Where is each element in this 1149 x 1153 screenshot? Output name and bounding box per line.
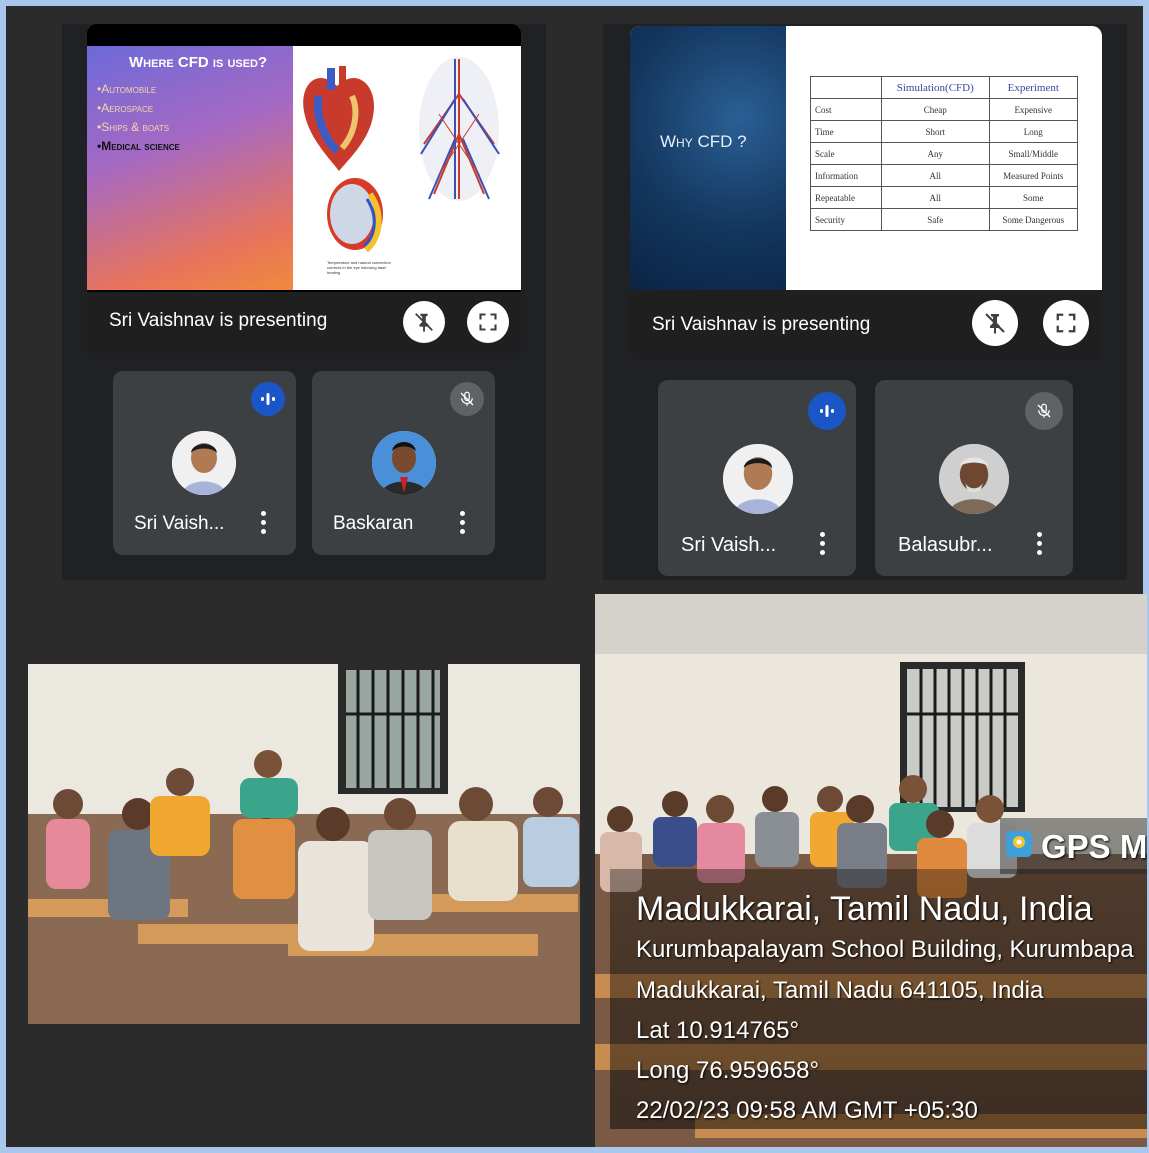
slide-bullet: •Ships & boats bbox=[97, 120, 170, 134]
table-row: Scale Any Small/Middle bbox=[810, 142, 1079, 165]
speaking-indicator bbox=[808, 392, 846, 430]
table-cell: Cost bbox=[810, 98, 882, 121]
participant-tile[interactable]: Balasubr... bbox=[875, 380, 1073, 576]
table-cell: Some Dangerous bbox=[988, 208, 1079, 231]
fullscreen-icon bbox=[1056, 313, 1076, 333]
left-meet-panel: Where CFD is used? •Automobile •Aerospac… bbox=[62, 24, 546, 580]
right-meet-panel: Why CFD ? Simulation(CFD) Experiment Cos… bbox=[603, 24, 1127, 580]
fullscreen-button[interactable] bbox=[467, 301, 509, 343]
slide-bullet: •Automobile bbox=[97, 82, 157, 96]
presenting-label: Sri Vaishnav is presenting bbox=[652, 314, 871, 335]
gps-place: Madukkarai, Tamil Nadu, India bbox=[636, 890, 1093, 928]
slide: Why CFD ? Simulation(CFD) Experiment Cos… bbox=[630, 26, 1102, 290]
table-header: Experiment bbox=[988, 76, 1079, 99]
heart-illustration bbox=[303, 66, 375, 171]
table-cell: Small/Middle bbox=[988, 142, 1079, 165]
table-row: Security Safe Some Dangerous bbox=[810, 208, 1079, 231]
fullscreen-button[interactable] bbox=[1043, 300, 1089, 346]
table-header bbox=[810, 76, 882, 99]
speaking-indicator bbox=[251, 382, 285, 416]
comparison-table: Simulation(CFD) Experiment Cost Cheap Expe… bbox=[810, 76, 1079, 231]
participant-name: Sri Vaish... bbox=[134, 513, 225, 534]
table-cell: Long bbox=[988, 120, 1079, 143]
more-options-button[interactable] bbox=[261, 511, 267, 538]
participant-tile[interactable]: Sri Vaish... bbox=[113, 371, 296, 555]
table-cell: Measured Points bbox=[988, 164, 1079, 187]
classroom-photo-gps: GPS M Madukkarai, Tamil Nadu, India Kuru… bbox=[595, 594, 1147, 1147]
table-cell: Some bbox=[988, 186, 1079, 209]
table-cell: Security bbox=[810, 208, 882, 231]
pin-off-icon bbox=[985, 313, 1005, 334]
participant-name: Sri Vaish... bbox=[681, 534, 777, 556]
muted-indicator bbox=[450, 382, 484, 416]
mic-off-icon bbox=[460, 391, 474, 406]
participant-name: Baskaran bbox=[333, 513, 414, 534]
gps-datetime: 22/02/23 09:58 AM GMT +05:30 bbox=[636, 1097, 978, 1124]
table-cell: Time bbox=[810, 120, 882, 143]
pin-off-icon bbox=[415, 313, 433, 333]
table-cell: Cheap bbox=[881, 98, 990, 121]
audio-wave-icon bbox=[261, 393, 275, 405]
table-cell: Any bbox=[881, 142, 990, 165]
audio-wave-icon bbox=[820, 405, 834, 417]
gps-latitude: Lat 10.914765° bbox=[636, 1017, 800, 1044]
muted-indicator bbox=[1025, 392, 1063, 430]
gps-address-line-1: Kurumbapalayam School Building, Kurumbap… bbox=[636, 936, 1134, 963]
classroom-photo-left bbox=[28, 664, 580, 1024]
presenting-bar: Sri Vaishnav is presenting bbox=[87, 292, 521, 354]
avatar bbox=[939, 444, 1009, 514]
slide-title: Where CFD is used? bbox=[129, 54, 268, 71]
unpin-button[interactable] bbox=[403, 301, 445, 343]
avatar bbox=[372, 431, 436, 495]
table-cell: All bbox=[881, 164, 990, 187]
more-options-button[interactable] bbox=[1037, 532, 1043, 559]
slide-caption: Temperature and natural convection curre… bbox=[327, 260, 391, 275]
table-row: Repeatable All Some bbox=[810, 186, 1079, 209]
more-options-button[interactable] bbox=[460, 511, 466, 538]
presenting-label: Sri Vaishnav is presenting bbox=[109, 310, 328, 331]
participant-tile[interactable]: Baskaran bbox=[312, 371, 495, 555]
table-cell: Safe bbox=[881, 208, 990, 231]
fullscreen-icon bbox=[479, 313, 497, 331]
table-cell: Information bbox=[810, 164, 882, 187]
mic-off-icon bbox=[1037, 403, 1051, 418]
table-cell: Expensive bbox=[988, 98, 1079, 121]
slide-gradient-area: Where CFD is used? •Automobile •Aerospac… bbox=[87, 46, 293, 290]
table-row: Time Short Long bbox=[810, 120, 1079, 143]
table-row: Information All Measured Points bbox=[810, 164, 1079, 187]
unpin-button[interactable] bbox=[972, 300, 1018, 346]
eye-illustration bbox=[327, 178, 383, 253]
presenting-bar: Sri Vaishnav is presenting bbox=[630, 290, 1102, 360]
presentation-stage: Why CFD ? Simulation(CFD) Experiment Cos… bbox=[630, 26, 1102, 360]
table-header-row: Simulation(CFD) Experiment bbox=[810, 76, 1079, 99]
table-cell: Short bbox=[881, 120, 990, 143]
gps-address-line-2: Madukkarai, Tamil Nadu 641105, India bbox=[636, 977, 1044, 1004]
more-options-button[interactable] bbox=[820, 532, 826, 559]
participant-name: Balasubr... bbox=[898, 534, 993, 556]
slide-dark-area: Why CFD ? bbox=[630, 26, 786, 290]
gps-app-label: GPS M bbox=[1041, 828, 1147, 865]
map-pin-icon bbox=[1006, 831, 1032, 857]
table-row: Cost Cheap Expensive bbox=[810, 98, 1079, 121]
slide: Where CFD is used? •Automobile •Aerospac… bbox=[87, 46, 521, 290]
table-header: Simulation(CFD) bbox=[881, 76, 990, 99]
slide-bullet: •Medical science bbox=[97, 139, 180, 153]
classroom-scene bbox=[28, 664, 580, 1024]
slide-bullet: •Aerospace bbox=[97, 101, 154, 115]
gps-longitude: Long 76.959658° bbox=[636, 1057, 820, 1084]
slide-title: Why CFD ? bbox=[660, 132, 747, 151]
presentation-stage: Where CFD is used? •Automobile •Aerospac… bbox=[87, 24, 521, 354]
table-cell: All bbox=[881, 186, 990, 209]
avatar bbox=[172, 431, 236, 495]
table-cell: Scale bbox=[810, 142, 882, 165]
slide-bullet-list: •Automobile •Aerospace •Ships & boats •M… bbox=[97, 80, 180, 156]
table-cell: Repeatable bbox=[810, 186, 882, 209]
vascular-illustration bbox=[419, 57, 500, 201]
participant-tile[interactable]: Sri Vaish... bbox=[658, 380, 856, 576]
avatar bbox=[723, 444, 793, 514]
